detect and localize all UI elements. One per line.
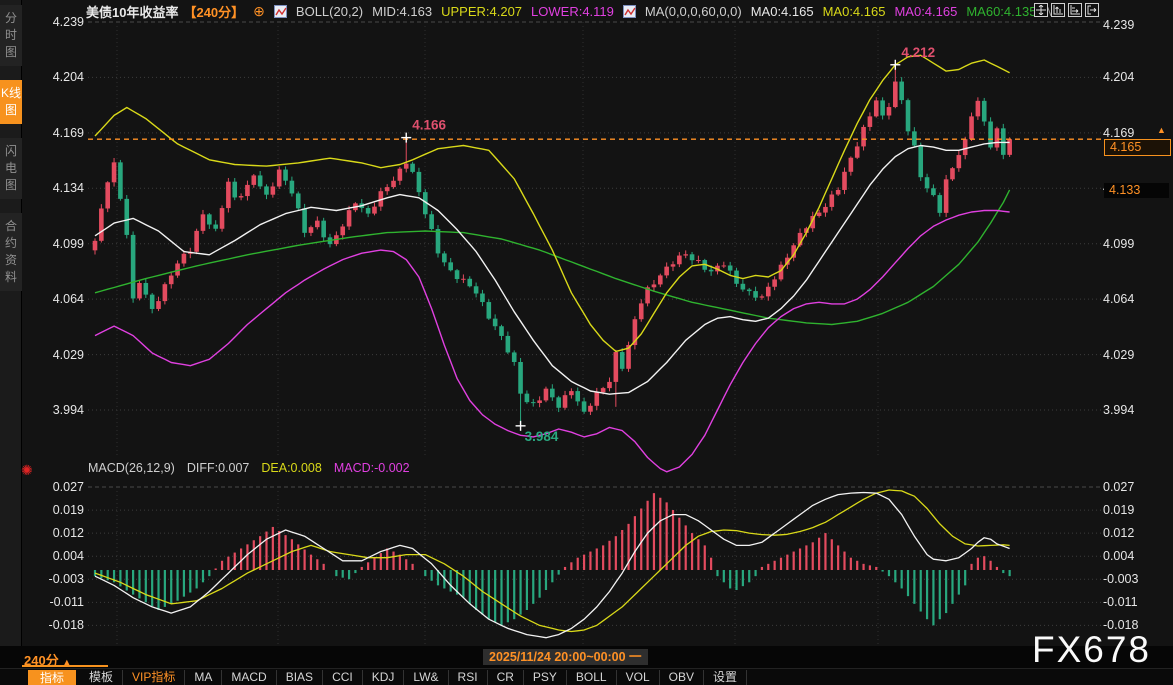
- indicator-sun-icon[interactable]: ✺: [21, 462, 33, 479]
- toolbar-item-15[interactable]: OBV: [660, 670, 704, 685]
- price-axis-label-right: 4.064: [1103, 292, 1134, 306]
- macd-axis-label-left: -0.011: [30, 595, 84, 609]
- secondary-price-tag: 4.133: [1104, 183, 1169, 198]
- svg-text:4.212: 4.212: [901, 45, 935, 60]
- toolbar-item-3[interactable]: VIP指标: [123, 670, 185, 685]
- period-underline: [22, 665, 108, 667]
- macd-axis-label-right: -0.003: [1103, 572, 1138, 586]
- price-axis-label-right: 4.204: [1103, 70, 1134, 84]
- macd-axis-label-left: 0.004: [30, 549, 84, 563]
- price-axis-label-right: 4.239: [1103, 18, 1134, 32]
- price-axis-label-right: 4.029: [1103, 348, 1134, 362]
- price-axis-label-right: 4.099: [1103, 237, 1134, 251]
- toolbar-item-6[interactable]: BIAS: [277, 670, 323, 685]
- macd-name: MACD(26,12,9): [88, 461, 175, 475]
- toolbar-item-9[interactable]: LW&: [404, 670, 448, 685]
- toolbar-item-7[interactable]: CCI: [323, 670, 363, 685]
- indicator-toolbar: 指标模板VIP指标MAMACDBIASCCIKDJLW&RSICRPSYBOLL…: [0, 668, 1173, 685]
- toolbar-item-11[interactable]: CR: [488, 670, 524, 685]
- macd-axis-label-left: 0.012: [30, 526, 84, 540]
- watermark: FX678: [1032, 629, 1151, 671]
- price-axis-label-left: 4.064: [30, 292, 84, 306]
- macd-axis-label-right: -0.011: [1103, 595, 1138, 609]
- macd-value: MACD:-0.002: [334, 461, 410, 475]
- price-axis-label-right: 3.994: [1103, 403, 1134, 417]
- macd-axis-label-left: -0.003: [30, 572, 84, 586]
- macd-axis-label-left: -0.018: [30, 618, 84, 632]
- price-axis-label-right: 4.169: [1103, 126, 1134, 140]
- chart-application-window: 分时图K线图闪电图合约资料 美债10年收益率 【240分】 ⊕ BOLL(20,…: [0, 0, 1173, 685]
- price-axis-label-left: 4.134: [30, 181, 84, 195]
- toolbar-item-13[interactable]: BOLL: [567, 670, 617, 685]
- macd-axis-label-right: 0.019: [1103, 503, 1134, 517]
- macd-axis-label-right: 0.012: [1103, 526, 1134, 540]
- chart-canvas[interactable]: 4.166 4.212 3.984: [0, 0, 1173, 685]
- price-axis-label-left: 4.239: [30, 15, 84, 29]
- toolbar-item-4[interactable]: MA: [185, 670, 222, 685]
- macd-axis-label-left: 0.019: [30, 503, 84, 517]
- svg-text:4.166: 4.166: [412, 118, 446, 133]
- macd-axis-label-right: 0.004: [1103, 549, 1134, 563]
- toolbar-item-10[interactable]: RSI: [449, 670, 488, 685]
- toolbar-item-2[interactable]: 模板: [80, 670, 123, 685]
- last-price-tag: 4.165: [1104, 139, 1171, 156]
- macd-axis-label-left: 0.027: [30, 480, 84, 494]
- toolbar-item-14[interactable]: VOL: [617, 670, 660, 685]
- toolbar-item-16[interactable]: 设置: [704, 670, 747, 685]
- toolbar-item-1[interactable]: 指标: [28, 670, 76, 685]
- toolbar-item-8[interactable]: KDJ: [363, 670, 405, 685]
- price-axis-label-left: 4.099: [30, 237, 84, 251]
- price-up-arrow-icon: ▲: [1157, 125, 1166, 135]
- price-axis-label-left: 4.204: [30, 70, 84, 84]
- selected-candle-datetime: 2025/11/24 20:00~00:00 一: [483, 649, 648, 665]
- price-axis-label-left: 3.994: [30, 403, 84, 417]
- toolbar-item-12[interactable]: PSY: [524, 670, 567, 685]
- toolbar-item-5[interactable]: MACD: [222, 670, 276, 685]
- macd-dea-value: DEA:0.008: [261, 461, 321, 475]
- macd-header: MACD(26,12,9) DIFF:0.007 DEA:0.008 MACD:…: [88, 461, 410, 475]
- svg-text:3.984: 3.984: [525, 429, 559, 444]
- price-axis-label-left: 4.029: [30, 348, 84, 362]
- macd-axis-label-right: 0.027: [1103, 480, 1134, 494]
- macd-diff-value: DIFF:0.007: [187, 461, 250, 475]
- price-axis-label-left: 4.169: [30, 126, 84, 140]
